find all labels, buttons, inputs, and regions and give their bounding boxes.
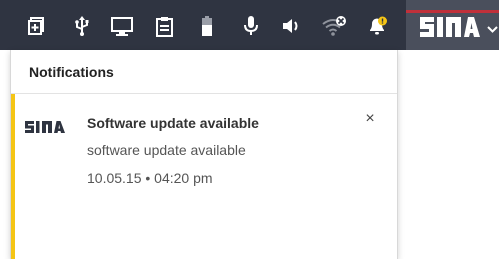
battery-icon[interactable] (202, 15, 212, 37)
notification-app-logo (24, 120, 66, 139)
notification-item[interactable]: Software update available software updat… (11, 94, 397, 259)
clipboard-icon[interactable] (156, 15, 173, 37)
brand-accent-bar (406, 10, 499, 13)
window-plus-icon[interactable] (28, 15, 45, 37)
usb-icon[interactable] (75, 15, 89, 37)
notification-body: software update available (87, 142, 246, 158)
top-panel (0, 0, 499, 50)
notification-bell-icon[interactable] (367, 15, 389, 37)
close-icon[interactable]: × (361, 110, 379, 128)
brand-logo (418, 14, 482, 40)
notification-title: Software update available (87, 115, 259, 131)
notifications-panel: Notifications Software update available … (10, 50, 398, 259)
chevron-down-icon[interactable] (486, 22, 499, 34)
wifi-error-icon[interactable] (322, 15, 348, 37)
notification-timestamp: 10.05.15 • 04:20 pm (87, 170, 213, 186)
panel-title: Notifications (11, 50, 397, 94)
speaker-icon[interactable] (283, 15, 301, 37)
monitor-icon[interactable] (111, 15, 133, 37)
microphone-icon[interactable] (244, 15, 258, 37)
